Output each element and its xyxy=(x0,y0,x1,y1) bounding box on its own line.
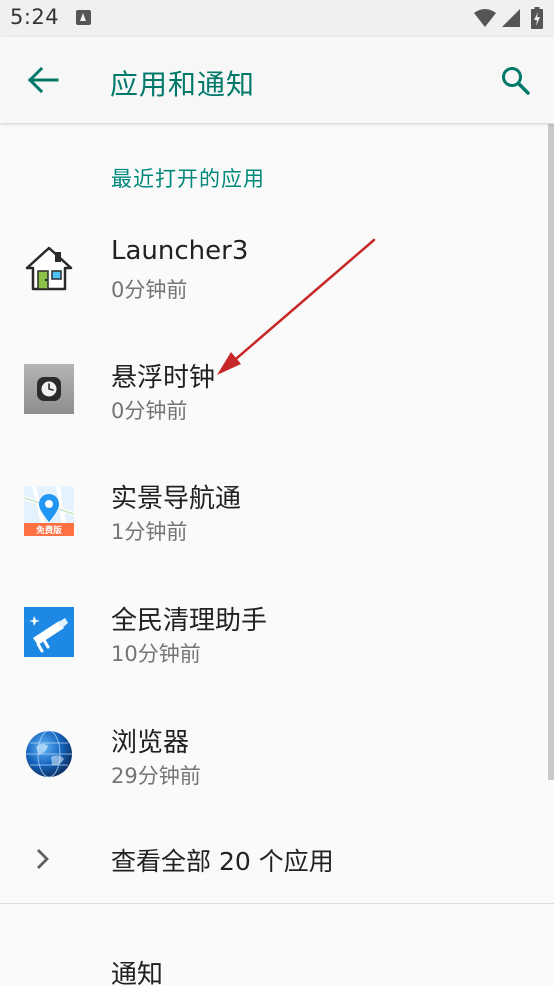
arrow-back-icon xyxy=(27,66,59,94)
divider xyxy=(0,903,554,904)
app-name: 全民清理助手 xyxy=(111,606,268,636)
battery-icon xyxy=(531,7,543,29)
app-name: Launcher3 xyxy=(111,236,249,266)
chevron-right-icon xyxy=(37,849,49,869)
app-name: 浏览器 xyxy=(111,728,190,758)
signal-icon xyxy=(502,9,520,27)
page-title: 应用和通知 xyxy=(110,68,256,101)
app-bar: 应用和通知 xyxy=(0,37,554,123)
free-edition-badge: 免费版 xyxy=(36,525,62,536)
status-bar: 5:24 xyxy=(0,0,554,37)
status-time: 5:24 xyxy=(10,5,60,29)
notification-icon xyxy=(76,10,91,25)
floating-clock-icon xyxy=(24,364,74,414)
app-row-launcher3[interactable]: Launcher3 0分钟前 xyxy=(0,236,548,357)
cleaner-brush-icon xyxy=(24,607,74,657)
settings-screen: 5:24 应用和通知 最近打开的应用 Launcher3 0分钟前 悬浮时钟 0… xyxy=(0,0,554,986)
search-button[interactable] xyxy=(498,63,534,99)
recent-apps-header: 最近打开的应用 xyxy=(111,167,265,191)
app-last-used: 0分钟前 xyxy=(111,399,188,423)
app-last-used: 1分钟前 xyxy=(111,520,188,544)
app-last-used: 0分钟前 xyxy=(111,278,188,302)
app-last-used: 29分钟前 xyxy=(111,764,201,788)
app-name: 实景导航通 xyxy=(111,484,242,514)
wifi-icon xyxy=(474,9,496,27)
notifications-label: 通知 xyxy=(111,960,164,986)
app-name: 悬浮时钟 xyxy=(111,363,216,393)
back-button[interactable] xyxy=(24,62,64,98)
scrollbar[interactable] xyxy=(548,124,554,780)
search-icon xyxy=(502,67,530,95)
app-row-floating-clock[interactable]: 悬浮时钟 0分钟前 xyxy=(0,357,548,478)
app-row-map-navigation[interactable]: 免费版 实景导航通 1分钟前 xyxy=(0,478,548,599)
app-row-cleaner[interactable]: 全民清理助手 10分钟前 xyxy=(0,600,548,721)
launcher-house-icon xyxy=(25,246,73,291)
notifications-item[interactable]: 通知 xyxy=(0,940,548,986)
map-navigation-icon: 免费版 xyxy=(24,486,74,536)
globe-browser-icon xyxy=(26,730,72,778)
see-all-apps-label: 查看全部 20 个应用 xyxy=(111,847,334,876)
app-last-used: 10分钟前 xyxy=(111,642,201,666)
see-all-apps-button[interactable]: 查看全部 20 个应用 xyxy=(0,822,548,896)
